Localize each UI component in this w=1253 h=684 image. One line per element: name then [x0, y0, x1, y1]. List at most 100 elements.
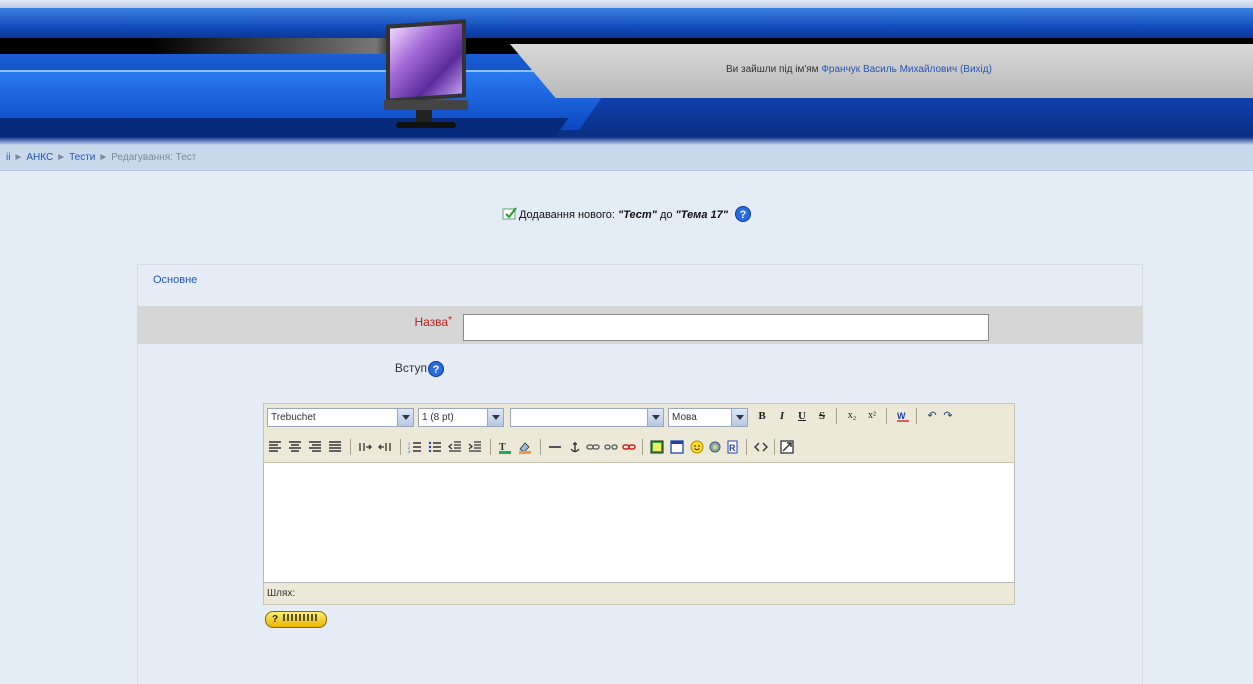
user-name-link[interactable]: Франчук Василь Михайлович [821, 64, 957, 75]
monitor-base [396, 122, 456, 128]
intro-label: Вступ [394, 361, 427, 375]
logout-link[interactable]: (Вихід) [960, 64, 992, 75]
monitor-logo [378, 16, 470, 130]
underline-button[interactable]: U [794, 408, 810, 424]
rtl-icon[interactable] [378, 440, 392, 454]
html-editor: Trebuchet 1 (8 pt) Мова B I U S x₂ x² W … [263, 403, 1015, 607]
toolbar-separator [490, 439, 491, 455]
main-content: Додавання нового: "Тест" до "Тема 17" ? … [0, 171, 1253, 684]
breadcrumb-item-tests[interactable]: Тести [69, 152, 95, 163]
redo-button[interactable]: ↷ [940, 408, 956, 424]
svg-text:?: ? [433, 364, 440, 376]
align-left-icon[interactable] [268, 440, 282, 454]
name-input[interactable] [463, 314, 989, 341]
special-char-icon[interactable] [708, 440, 722, 454]
bold-button[interactable]: B [754, 408, 770, 424]
font-family-value: Trebuchet [271, 412, 316, 423]
font-family-select[interactable]: Trebuchet [267, 408, 414, 427]
monitor-bezel [384, 100, 468, 110]
subscript-button[interactable]: x₂ [844, 408, 860, 424]
indent-icon[interactable] [468, 440, 482, 454]
breadcrumb: ii ► АНКС ► Тести ► Редагування: Тест [0, 145, 1253, 171]
heading-prefix: Додавання нового: [518, 209, 618, 221]
monitor-stand [416, 110, 432, 122]
ltr-icon[interactable] [358, 440, 372, 454]
help-button-dots [283, 614, 318, 621]
ordered-list-icon[interactable]: 123 [408, 440, 422, 454]
language-value: Мова [672, 412, 697, 423]
undo-button[interactable]: ↶ [924, 408, 940, 424]
login-info: Ви зайшли під ім'ям Франчук Василь Михай… [726, 64, 992, 75]
toolbar-separator [540, 439, 541, 455]
strikethrough-button[interactable]: S [814, 408, 830, 424]
smiley-icon[interactable] [690, 440, 704, 454]
chevron-down-icon [731, 409, 747, 426]
toolbar-separator [774, 439, 775, 455]
align-center-icon[interactable] [288, 440, 302, 454]
banner-blue-bar [0, 8, 1253, 42]
toolbar-separator [642, 439, 643, 455]
svg-text:?: ? [740, 209, 747, 221]
html-source-icon[interactable] [754, 440, 768, 454]
insert-table-icon[interactable] [670, 440, 684, 454]
svg-text:R: R [729, 443, 736, 453]
toolbar-separator [916, 408, 917, 424]
banner-bottom-line [0, 137, 1253, 145]
text-color-icon[interactable]: T [498, 440, 512, 454]
font-size-value: 1 (8 pt) [422, 412, 454, 423]
intro-help-icon[interactable]: ? [428, 361, 444, 377]
editor-path-bar: Шлях: [263, 583, 1015, 605]
language-select[interactable]: Мова [668, 408, 748, 427]
heading-type: "Тест" [618, 209, 657, 221]
name-label-text: Назва [414, 315, 449, 329]
editor-text-area[interactable] [263, 463, 1015, 583]
toolbar-separator [886, 408, 887, 424]
heading-mid: до [656, 209, 676, 221]
format-select[interactable] [510, 408, 664, 427]
toolbar-separator [350, 439, 351, 455]
name-label: Назва* [137, 315, 452, 329]
add-module-icon [502, 207, 517, 220]
login-prefix: Ви зайшли під ім'ям [726, 64, 819, 75]
toolbar-separator [836, 408, 837, 424]
svg-text:3: 3 [408, 449, 411, 454]
fieldset-legend[interactable]: Основне [153, 274, 197, 286]
toolbar-separator [400, 439, 401, 455]
insert-image-icon[interactable] [650, 440, 664, 454]
breadcrumb-current: Редагування: Тест [111, 152, 197, 163]
heading-target: "Тема 17" [675, 209, 728, 221]
outdent-icon[interactable] [448, 440, 462, 454]
breadcrumb-home[interactable]: ii [6, 152, 10, 163]
nolink-icon[interactable] [622, 440, 636, 454]
chevron-down-icon [647, 409, 663, 426]
superscript-button[interactable]: x² [864, 408, 880, 424]
horizontal-rule-icon[interactable] [548, 440, 562, 454]
editor-toolbar: Trebuchet 1 (8 pt) Мова B I U S x₂ x² W … [263, 403, 1015, 463]
font-size-select[interactable]: 1 (8 pt) [418, 408, 504, 427]
chevron-down-icon [487, 409, 503, 426]
unordered-list-icon[interactable] [428, 440, 442, 454]
help-button-label: ? [272, 614, 279, 625]
chevron-down-icon [397, 409, 413, 426]
toolbar-separator [746, 439, 747, 455]
breadcrumb-item-course[interactable]: АНКС [26, 152, 53, 163]
italic-button[interactable]: I [774, 408, 790, 424]
background-color-icon[interactable] [518, 440, 532, 454]
search-replace-icon[interactable]: R [726, 440, 740, 454]
align-justify-icon[interactable] [328, 440, 342, 454]
fullscreen-icon[interactable] [780, 440, 794, 454]
editor-help-button[interactable]: ? [265, 611, 327, 628]
clean-word-icon[interactable]: W [896, 409, 910, 423]
help-icon[interactable]: ? [735, 206, 752, 222]
anchor-icon[interactable] [568, 440, 582, 454]
svg-text:W: W [897, 411, 906, 421]
page-title: Додавання нового: "Тест" до "Тема 17" ? [0, 206, 1253, 222]
link-icon[interactable] [586, 440, 600, 454]
unlink-icon[interactable] [604, 440, 618, 454]
align-right-icon[interactable] [308, 440, 322, 454]
path-label: Шлях: [267, 588, 296, 599]
required-marker: * [448, 315, 452, 326]
banner-top-strip [0, 0, 1253, 8]
header-banner: Ви зайшли під ім'ям Франчук Василь Михай… [0, 0, 1253, 145]
monitor-screen [386, 19, 466, 103]
